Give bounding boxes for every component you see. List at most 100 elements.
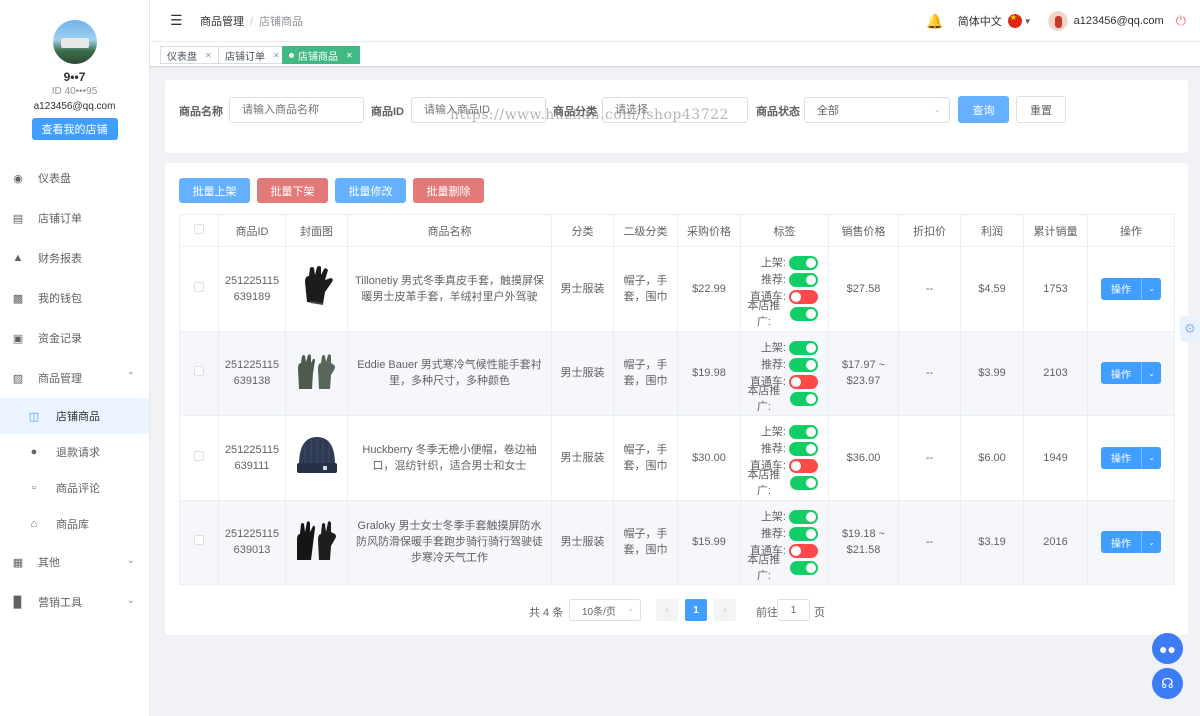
batch-edit-button[interactable]: 批量修改 [335,178,406,203]
sidebar-subitem-product-library[interactable]: ⌂ 商品库 [0,506,149,542]
operation-button[interactable]: 操作 [1101,446,1141,469]
page-size-select[interactable]: 10条/页 ⌄ [569,599,641,621]
operation-split-button: 操作 ⌄ [1101,531,1161,554]
headset-support-button[interactable]: ☊ [1152,668,1183,699]
view-my-shop-button[interactable]: 查看我的店铺 [31,118,118,140]
operation-button[interactable]: 操作 [1101,362,1141,385]
total-sales-cell: 1753 [1023,246,1088,332]
purchase-price-cell: $30.00 [677,415,741,501]
bell-icon[interactable]: 🔔 [926,13,943,30]
tab-shop-products[interactable]: 店铺商品 ✕ [282,46,360,64]
product-cover-image[interactable] [293,262,341,310]
language-selector[interactable]: 简体中文 [958,13,1002,29]
tag-toggle-switch[interactable] [789,476,818,491]
tag-toggle-switch[interactable] [789,543,818,558]
breadcrumb-item[interactable]: 商品管理 [200,16,244,28]
sidebar-item-finance-report[interactable]: ▲ 财务报表 [0,238,149,278]
tag-toggle-switch[interactable] [789,273,818,288]
product-cover-image[interactable] [293,431,341,479]
china-flag-icon[interactable] [1007,13,1022,28]
product-id-part: 639138 [233,375,271,388]
close-icon[interactable]: ✕ [346,51,353,60]
tag-toggle-switch[interactable] [789,357,818,372]
table-row[interactable]: 251225115 639013 Graloky 男士女士冬季手套触摸屏防水防风防滑… [179,499,1175,585]
product-name-input[interactable] [229,97,364,123]
batch-down-button[interactable]: 批量下架 [257,178,328,203]
tag-toggle-switch[interactable] [789,340,818,355]
tag-toggle-switch[interactable] [789,374,818,389]
chat-support-button[interactable]: ●● [1152,633,1183,664]
tag-switch-row: 本店推广: [741,300,818,328]
table-row[interactable]: 251225115 639111 Huckberry 冬季无檐小便帽，卷边袖口，混纺… [179,415,1175,501]
tag-toggle-switch[interactable] [789,256,818,271]
sidebar-subitem-shop-products[interactable]: ◫ 店铺商品 [0,398,149,434]
reset-button[interactable]: 重置 [1016,96,1066,123]
close-icon[interactable]: ✕ [205,51,212,60]
sidebar-item-product-management[interactable]: ▨ 商品管理 ⌃ [0,358,149,398]
tag-toggle-switch[interactable] [789,509,818,524]
bar-chart-icon: ▉ [13,596,23,609]
product-id-input[interactable] [411,97,546,123]
row-checkbox[interactable] [194,535,204,546]
settings-gear-icon[interactable]: ⚙ [1180,316,1200,342]
sidebar-item-dashboard[interactable]: ◉ 仪表盘 [0,158,149,198]
sidebar-item-fund-records[interactable]: ▣ 资金记录 [0,318,149,358]
product-category-select[interactable] [602,97,748,123]
operation-dropdown-button[interactable]: ⌄ [1141,531,1161,554]
operation-dropdown-button[interactable]: ⌄ [1141,362,1161,385]
tag-toggle-switch[interactable] [789,391,818,406]
row-checkbox[interactable] [194,450,204,461]
tag-toggle-switch[interactable] [789,307,818,322]
tag-toggle-switch[interactable] [789,459,818,474]
cover-image-cell [285,330,348,416]
operation-button[interactable]: 操作 [1101,277,1141,300]
tag-toggle-switch[interactable] [789,442,818,457]
operation-dropdown-button[interactable]: ⌄ [1141,446,1161,469]
row-checkbox[interactable] [194,366,204,377]
goto-page-input[interactable] [777,599,810,621]
user-email[interactable]: a123456@qq.com [1074,15,1164,27]
tab-shop-orders[interactable]: 店铺订单 ✕ [218,46,287,64]
chevron-down-icon: ⌄ [933,104,941,114]
tags-cell: 上架: 推荐: 直通车: 本店推广: [740,415,829,501]
tag-toggle-switch[interactable] [789,290,818,305]
operation-dropdown-button[interactable]: ⌄ [1141,277,1161,300]
batch-delete-button[interactable]: 批量删除 [413,178,484,203]
tag-toggle-switch[interactable] [789,425,818,440]
sidebar-subitem-product-reviews[interactable]: ▫ 商品评论 [0,470,149,506]
tag-toggle-switch[interactable] [789,560,818,575]
product-category-label: 商品分类 [553,106,597,118]
caret-down-icon[interactable]: ▼ [1024,17,1032,26]
page-number-button[interactable]: 1 [685,599,707,621]
product-cover-image[interactable] [293,347,341,395]
sidebar-item-marketing-tools[interactable]: ▉ 营销工具 ⌄ [0,582,149,622]
sidebar-item-shop-orders[interactable]: ▤ 店铺订单 [0,198,149,238]
shopping-bag-icon: ◫ [28,410,40,423]
operation-button[interactable]: 操作 [1101,531,1141,554]
product-status-select[interactable]: 全部 ⌄ [804,97,950,123]
menu-toggle-icon[interactable]: ☰ [170,12,183,29]
shop-avatar[interactable] [52,20,97,64]
prev-page-button[interactable]: ‹ [656,599,678,621]
select-all-checkbox[interactable] [194,224,204,234]
table-row[interactable]: 251225115 639138 Eddie Bauer 男式寒冷气候性能手套衬里，… [179,330,1175,416]
product-cover-image[interactable] [293,516,341,564]
tag-toggle-switch[interactable] [789,526,818,541]
sidebar-item-label: 商品评论 [56,483,100,495]
sidebar-subitem-refund-requests[interactable]: ● 退款请求 [0,434,149,470]
sidebar-item-wallet[interactable]: ▩ 我的钱包 [0,278,149,318]
user-avatar[interactable] [1047,11,1068,31]
row-checkbox[interactable] [194,281,204,292]
logout-power-icon[interactable]: ⏻ [1176,13,1186,29]
next-page-button[interactable]: › [714,599,736,621]
operation-cell: 操作 ⌄ [1087,246,1175,332]
table-row[interactable]: 251225115 639189 Tillonetiy 男式冬季真皮手套，触摸屏保暖… [179,246,1175,332]
operation-split-button: 操作 ⌄ [1101,446,1161,469]
batch-up-button[interactable]: 批量上架 [179,178,250,203]
close-icon[interactable]: ✕ [273,51,280,60]
product-id-part: 639111 [234,459,270,472]
query-button[interactable]: 查询 [958,96,1009,123]
sidebar-item-other[interactable]: ▦ 其他 ⌄ [0,542,149,582]
tab-dashboard[interactable]: 仪表盘 ✕ [160,46,219,64]
product-id-part: 639189 [233,290,271,303]
